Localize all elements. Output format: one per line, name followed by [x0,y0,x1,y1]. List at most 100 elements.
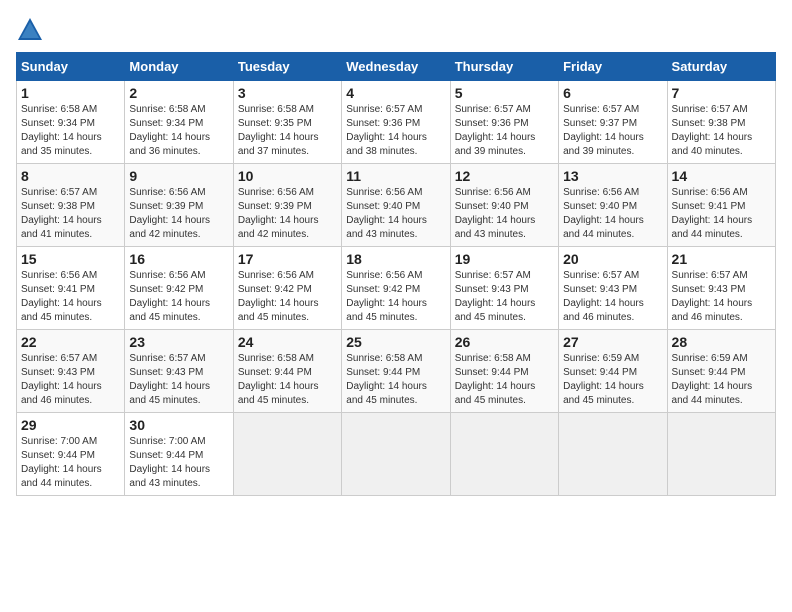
day-number: 9 [129,168,228,184]
table-row: 5 Sunrise: 6:57 AMSunset: 9:36 PMDaylight… [450,81,558,164]
day-info: Sunrise: 6:59 AMSunset: 9:44 PMDaylight:… [563,352,662,408]
day-info: Sunrise: 6:57 AMSunset: 9:37 PMDaylight:… [563,103,662,159]
day-number: 26 [455,334,554,350]
day-header-sunday: Sunday [17,53,125,81]
day-info: Sunrise: 7:00 AMSunset: 9:44 PMDaylight:… [129,435,228,491]
day-number: 11 [346,168,445,184]
table-row: 10 Sunrise: 6:56 AMSunset: 9:39 PMDayligh… [233,164,341,247]
day-info: Sunrise: 6:56 AMSunset: 9:39 PMDaylight:… [129,186,228,242]
table-row: 7 Sunrise: 6:57 AMSunset: 9:38 PMDaylight… [667,81,775,164]
day-number: 8 [21,168,120,184]
day-header-wednesday: Wednesday [342,53,450,81]
day-number: 28 [672,334,771,350]
day-info: Sunrise: 6:56 AMSunset: 9:41 PMDaylight:… [672,186,771,242]
day-number: 16 [129,251,228,267]
table-row [559,413,667,496]
day-info: Sunrise: 6:56 AMSunset: 9:41 PMDaylight:… [21,269,120,325]
table-row [667,413,775,496]
table-row [450,413,558,496]
day-number: 21 [672,251,771,267]
day-number: 24 [238,334,337,350]
day-info: Sunrise: 6:58 AMSunset: 9:44 PMDaylight:… [455,352,554,408]
day-number: 14 [672,168,771,184]
table-row: 22 Sunrise: 6:57 AMSunset: 9:43 PMDayligh… [17,330,125,413]
day-info: Sunrise: 6:58 AMSunset: 9:34 PMDaylight:… [21,103,120,159]
calendar-table: SundayMondayTuesdayWednesdayThursdayFrid… [16,52,776,496]
day-number: 15 [21,251,120,267]
day-number: 18 [346,251,445,267]
day-header-tuesday: Tuesday [233,53,341,81]
table-row: 26 Sunrise: 6:58 AMSunset: 9:44 PMDayligh… [450,330,558,413]
day-info: Sunrise: 6:56 AMSunset: 9:42 PMDaylight:… [238,269,337,325]
table-row: 11 Sunrise: 6:56 AMSunset: 9:40 PMDayligh… [342,164,450,247]
day-header-friday: Friday [559,53,667,81]
table-row: 4 Sunrise: 6:57 AMSunset: 9:36 PMDaylight… [342,81,450,164]
table-row [233,413,341,496]
day-info: Sunrise: 6:56 AMSunset: 9:42 PMDaylight:… [129,269,228,325]
day-number: 22 [21,334,120,350]
table-row: 6 Sunrise: 6:57 AMSunset: 9:37 PMDaylight… [559,81,667,164]
table-row: 16 Sunrise: 6:56 AMSunset: 9:42 PMDayligh… [125,247,233,330]
table-row: 18 Sunrise: 6:56 AMSunset: 9:42 PMDayligh… [342,247,450,330]
day-number: 19 [455,251,554,267]
table-row: 17 Sunrise: 6:56 AMSunset: 9:42 PMDayligh… [233,247,341,330]
day-number: 2 [129,85,228,101]
day-header-saturday: Saturday [667,53,775,81]
table-row: 29 Sunrise: 7:00 AMSunset: 9:44 PMDayligh… [17,413,125,496]
table-row: 15 Sunrise: 6:56 AMSunset: 9:41 PMDayligh… [17,247,125,330]
day-info: Sunrise: 7:00 AMSunset: 9:44 PMDaylight:… [21,435,120,491]
day-info: Sunrise: 6:58 AMSunset: 9:34 PMDaylight:… [129,103,228,159]
day-number: 23 [129,334,228,350]
day-header-monday: Monday [125,53,233,81]
day-number: 17 [238,251,337,267]
table-row: 23 Sunrise: 6:57 AMSunset: 9:43 PMDayligh… [125,330,233,413]
table-row: 3 Sunrise: 6:58 AMSunset: 9:35 PMDaylight… [233,81,341,164]
day-number: 1 [21,85,120,101]
day-info: Sunrise: 6:57 AMSunset: 9:36 PMDaylight:… [455,103,554,159]
day-info: Sunrise: 6:56 AMSunset: 9:40 PMDaylight:… [346,186,445,242]
day-number: 3 [238,85,337,101]
day-info: Sunrise: 6:57 AMSunset: 9:43 PMDaylight:… [672,269,771,325]
day-info: Sunrise: 6:56 AMSunset: 9:40 PMDaylight:… [563,186,662,242]
day-number: 12 [455,168,554,184]
day-info: Sunrise: 6:57 AMSunset: 9:38 PMDaylight:… [672,103,771,159]
day-number: 29 [21,417,120,433]
day-info: Sunrise: 6:57 AMSunset: 9:38 PMDaylight:… [21,186,120,242]
day-number: 7 [672,85,771,101]
day-info: Sunrise: 6:56 AMSunset: 9:40 PMDaylight:… [455,186,554,242]
table-row: 30 Sunrise: 7:00 AMSunset: 9:44 PMDayligh… [125,413,233,496]
day-info: Sunrise: 6:58 AMSunset: 9:44 PMDaylight:… [346,352,445,408]
table-row: 8 Sunrise: 6:57 AMSunset: 9:38 PMDaylight… [17,164,125,247]
day-number: 30 [129,417,228,433]
logo [16,16,48,44]
day-number: 27 [563,334,662,350]
table-row: 21 Sunrise: 6:57 AMSunset: 9:43 PMDayligh… [667,247,775,330]
table-row: 1 Sunrise: 6:58 AMSunset: 9:34 PMDaylight… [17,81,125,164]
day-info: Sunrise: 6:57 AMSunset: 9:43 PMDaylight:… [563,269,662,325]
day-info: Sunrise: 6:56 AMSunset: 9:39 PMDaylight:… [238,186,337,242]
logo-icon [16,16,44,44]
day-number: 10 [238,168,337,184]
day-info: Sunrise: 6:58 AMSunset: 9:35 PMDaylight:… [238,103,337,159]
day-info: Sunrise: 6:57 AMSunset: 9:43 PMDaylight:… [129,352,228,408]
table-row [342,413,450,496]
day-info: Sunrise: 6:57 AMSunset: 9:43 PMDaylight:… [21,352,120,408]
day-info: Sunrise: 6:57 AMSunset: 9:36 PMDaylight:… [346,103,445,159]
day-header-thursday: Thursday [450,53,558,81]
table-row: 27 Sunrise: 6:59 AMSunset: 9:44 PMDayligh… [559,330,667,413]
day-info: Sunrise: 6:56 AMSunset: 9:42 PMDaylight:… [346,269,445,325]
table-row: 12 Sunrise: 6:56 AMSunset: 9:40 PMDayligh… [450,164,558,247]
table-row: 28Sunrise: 6:59 AMSunset: 9:44 PMDayligh… [667,330,775,413]
day-number: 5 [455,85,554,101]
table-row: 2 Sunrise: 6:58 AMSunset: 9:34 PMDaylight… [125,81,233,164]
table-row: 25 Sunrise: 6:58 AMSunset: 9:44 PMDayligh… [342,330,450,413]
day-number: 4 [346,85,445,101]
day-number: 6 [563,85,662,101]
table-row: 13Sunrise: 6:56 AMSunset: 9:40 PMDayligh… [559,164,667,247]
table-row: 14 Sunrise: 6:56 AMSunset: 9:41 PMDayligh… [667,164,775,247]
day-info: Sunrise: 6:58 AMSunset: 9:44 PMDaylight:… [238,352,337,408]
day-number: 25 [346,334,445,350]
day-info: Sunrise: 6:57 AMSunset: 9:43 PMDaylight:… [455,269,554,325]
day-number: 20 [563,251,662,267]
table-row: 9 Sunrise: 6:56 AMSunset: 9:39 PMDaylight… [125,164,233,247]
